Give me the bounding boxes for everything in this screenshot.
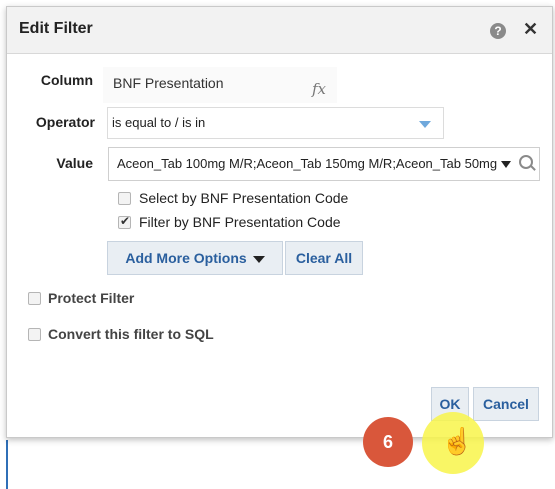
- help-icon[interactable]: ?: [490, 23, 506, 39]
- search-icon[interactable]: [519, 155, 533, 169]
- convert-sql-checkbox[interactable]: [28, 328, 41, 341]
- column-value-text: BNF Presentation: [113, 75, 224, 91]
- caret-down-icon: [252, 255, 265, 263]
- dialog-title: Edit Filter: [19, 20, 93, 37]
- value-field[interactable]: Aceon_Tab 100mg M/R;Aceon_Tab 150mg M/R;…: [108, 147, 540, 181]
- cancel-label: Cancel: [483, 396, 529, 412]
- filter-by-code-checkbox[interactable]: [118, 214, 131, 229]
- filter-by-code-label: Filter by BNF Presentation Code: [139, 214, 341, 230]
- value-label: Value: [56, 155, 93, 171]
- cancel-button[interactable]: Cancel: [473, 387, 539, 421]
- column-value: BNF Presentation: [103, 67, 337, 103]
- dialog-titlebar: Edit Filter ? ✕: [7, 7, 552, 54]
- ok-label: OK: [439, 396, 461, 412]
- edit-filter-dialog: Edit Filter ? ✕ Column BNF Presentation …: [6, 6, 553, 438]
- column-label: Column: [40, 72, 93, 88]
- value-text: Aceon_Tab 100mg M/R;Aceon_Tab 150mg M/R;…: [117, 156, 497, 171]
- close-icon[interactable]: ✕: [523, 19, 538, 40]
- add-more-options-label: Add More Options: [125, 250, 247, 266]
- convert-sql-label: Convert this filter to SQL: [48, 326, 214, 342]
- clear-all-label: Clear All: [295, 250, 353, 266]
- operator-label: Operator: [35, 114, 95, 130]
- protect-filter-checkbox[interactable]: [28, 292, 41, 305]
- value-dropdown-icon[interactable]: [501, 161, 511, 168]
- select-by-code-label: Select by BNF Presentation Code: [139, 190, 349, 206]
- hand-pointer-icon: ☝: [441, 426, 474, 456]
- protect-filter-label: Protect Filter: [48, 290, 135, 306]
- function-icon[interactable]: fx: [312, 80, 326, 98]
- operator-select[interactable]: is equal to / is in: [107, 107, 444, 139]
- operator-value: is equal to / is in: [112, 115, 206, 130]
- add-more-options-button[interactable]: Add More Options: [107, 241, 283, 275]
- select-by-code-checkbox[interactable]: [118, 192, 131, 205]
- background-border: [6, 440, 8, 489]
- step-badge: 6: [363, 417, 413, 467]
- chevron-down-icon: [419, 121, 431, 128]
- clear-all-button[interactable]: Clear All: [285, 241, 363, 275]
